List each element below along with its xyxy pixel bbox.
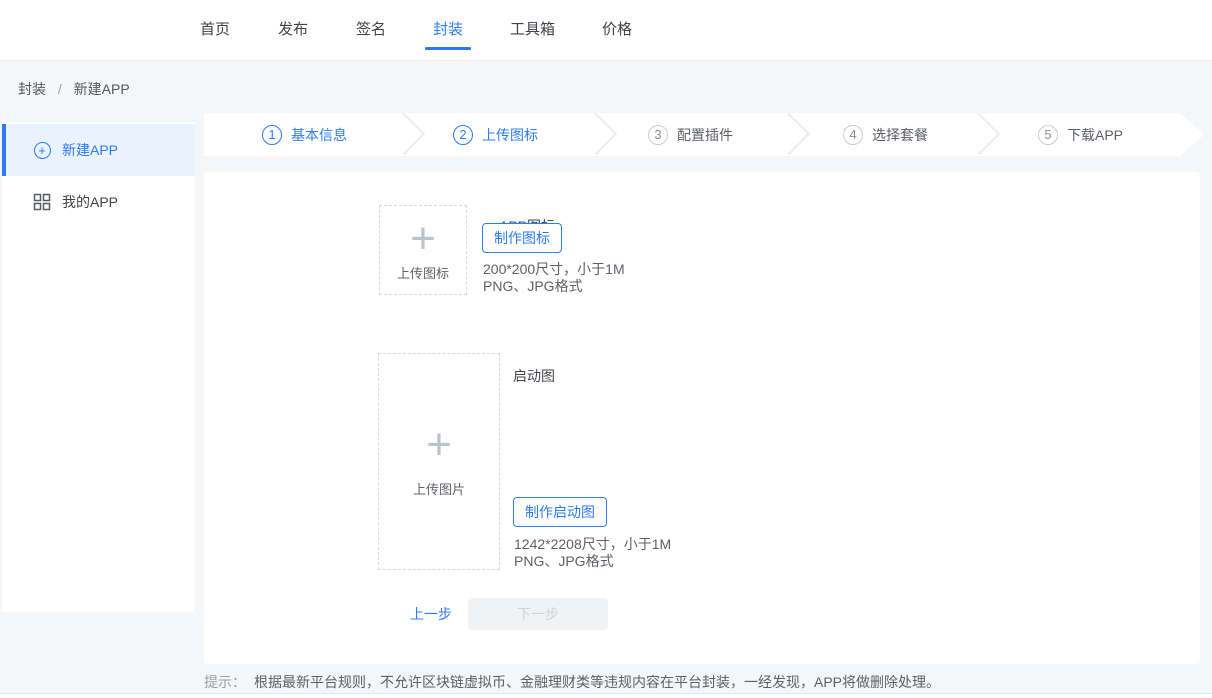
step-choose-plan: 4 选择套餐	[843, 113, 928, 156]
previous-step-link[interactable]: 上一步	[410, 604, 452, 624]
nav-item-package-label: 封装	[433, 21, 463, 38]
nav-item-publish[interactable]: 发布	[278, 0, 308, 60]
active-tab-underline	[425, 47, 471, 50]
upload-box-label: 上传图标	[397, 263, 449, 282]
step-separator-chevron	[575, 113, 617, 155]
nav-item-home[interactable]: 首页	[200, 0, 230, 60]
step-configure-plugins: 3 配置插件	[648, 113, 733, 156]
nav-item-package[interactable]: 封装	[433, 0, 463, 60]
step-wizard: 1 基本信息 2 上传图标 3 配置插件 4 选择套餐 5 下载APP	[204, 113, 1204, 156]
step-upload-icon: 2 上传图标	[453, 113, 538, 156]
app-icon-upload-box[interactable]: + 上传图标	[379, 205, 467, 295]
main-form-panel: APP图标 + 上传图标 制作图标 200*200尺寸，小于1M PNG、JPG…	[204, 172, 1200, 664]
breadcrumb-current: 新建APP	[74, 81, 130, 97]
splash-size-hint: 1242*2208尺寸，小于1M	[514, 536, 671, 553]
active-item-indicator-bar	[2, 124, 6, 176]
step-number-badge: 3	[648, 125, 668, 145]
step-number-badge: 4	[843, 125, 863, 145]
step-separator-chevron	[958, 113, 1000, 155]
step-number-badge: 5	[1038, 125, 1058, 145]
app-icon-size-hint: 200*200尺寸，小于1M	[483, 261, 625, 278]
top-navigation: 首页 发布 签名 封装 工具箱 价格	[0, 0, 1212, 61]
step-number-badge: 2	[453, 125, 473, 145]
sidebar: + 新建APP 我的APP	[2, 122, 195, 612]
breadcrumb-separator: /	[58, 81, 62, 97]
make-splash-button[interactable]: 制作启动图	[513, 497, 607, 527]
sidebar-item-my-app[interactable]: 我的APP	[2, 176, 195, 228]
sidebar-item-label: 我的APP	[62, 192, 118, 212]
nav-item-sign[interactable]: 签名	[356, 0, 386, 60]
splash-upload-box[interactable]: + 上传图片	[378, 353, 500, 570]
app-icon-format-hint: PNG、JPG格式	[483, 278, 583, 295]
plus-icon: +	[410, 219, 436, 259]
splash-format-hint: PNG、JPG格式	[514, 553, 614, 570]
grid-icon	[33, 193, 51, 211]
step-download-app: 5 下载APP	[1038, 113, 1123, 156]
step-basic-info: 1 基本信息	[262, 113, 347, 156]
make-icon-button[interactable]: 制作图标	[482, 223, 562, 253]
page-bottom-divider	[0, 693, 1212, 698]
breadcrumb-section[interactable]: 封装	[18, 81, 46, 97]
notice-prefix: 提示：	[204, 674, 246, 690]
plus-circle-icon: +	[33, 141, 51, 159]
platform-rule-notice: 提示： 根据最新平台规则，不允许区块链虚拟币、金融理财类等违规内容在平台封装，一经…	[204, 672, 940, 692]
sidebar-item-label: 新建APP	[62, 140, 118, 160]
notice-text: 根据最新平台规则，不允许区块链虚拟币、金融理财类等违规内容在平台封装，一经发现，…	[254, 674, 940, 690]
nav-item-toolbox[interactable]: 工具箱	[510, 0, 555, 60]
step-number-badge: 1	[262, 125, 282, 145]
sidebar-item-new-app[interactable]: + 新建APP	[2, 124, 195, 176]
next-step-button[interactable]: 下一步	[468, 598, 608, 630]
breadcrumb: 封装 / 新建APP	[18, 79, 130, 99]
upload-box-label: 上传图片	[413, 479, 465, 498]
step-separator-chevron	[768, 113, 810, 155]
step-separator-chevron	[383, 113, 425, 155]
nav-item-price[interactable]: 价格	[602, 0, 632, 60]
plus-icon: +	[426, 425, 452, 465]
